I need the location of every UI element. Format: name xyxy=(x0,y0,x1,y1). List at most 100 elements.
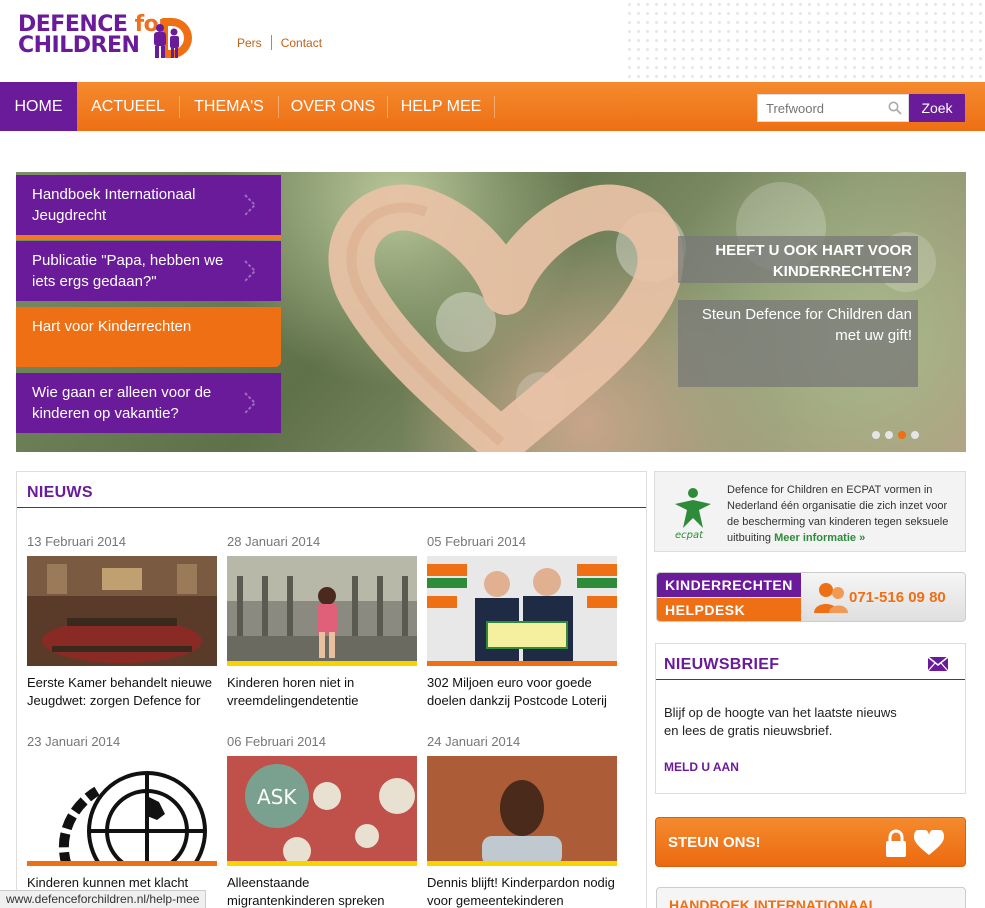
news-image-bar xyxy=(27,861,217,866)
search-box xyxy=(757,94,909,122)
news-date: 24 Januari 2014 xyxy=(427,734,521,749)
newsletter-text-line1: Blijf op de hoogte van het laatste nieuw… xyxy=(664,705,897,720)
news-title[interactable]: Eerste Kamer behandelt nieuwe Jeugdwet: … xyxy=(27,674,217,710)
newsletter-heading: NIEUWSBRIEF xyxy=(664,656,780,673)
nav-divider xyxy=(494,96,495,118)
newsletter-signup-link[interactable]: MELD U AAN xyxy=(664,760,739,774)
donate-button[interactable]: STEUN ONS! xyxy=(655,817,966,867)
hero-caption-subtitle[interactable]: Steun Defence for Children dan met uw gi… xyxy=(678,300,918,387)
news-section: NIEUWS 13 Februari 2014 Eerste Kamer beh… xyxy=(16,471,647,908)
heart-icon xyxy=(914,830,944,855)
donate-label: STEUN ONS! xyxy=(668,834,761,851)
chevron-right-icon xyxy=(244,194,257,216)
slider-dots xyxy=(872,426,924,444)
helpdesk-phone-area: 071-516 09 80 xyxy=(807,573,965,621)
hero-slider[interactable]: Handboek Internationaal Jeugdrecht Publi… xyxy=(16,172,966,452)
logo-children-icon xyxy=(154,18,192,58)
chevron-right-icon xyxy=(244,260,257,282)
nav-item-actueel[interactable]: ACTUEEL xyxy=(77,82,179,131)
logo-line2: CHILDREN xyxy=(18,33,140,58)
news-image-ask-wall[interactable]: ASK xyxy=(227,756,417,866)
news-image-detention[interactable] xyxy=(227,556,417,666)
side-item-bar xyxy=(16,235,281,240)
ecpat-logo: ecpat xyxy=(675,488,711,541)
news-heading: NIEUWS xyxy=(27,484,93,501)
newsletter-text-line2: en lees de gratis nieuwsbrief. xyxy=(664,723,833,738)
lock-icon xyxy=(886,829,906,857)
ecpat-more-link[interactable]: Meer informatie » xyxy=(774,532,865,544)
news-item[interactable]: 05 Februari 2014 302 Miljoen euro voor g… xyxy=(427,534,617,710)
slider-dot[interactable] xyxy=(885,431,893,439)
handboek-banner[interactable]: HANDBOEK INTERNATIONAAL xyxy=(656,887,966,908)
side-item-label: Handboek Internationaal Jeugdrecht xyxy=(32,186,196,224)
news-item[interactable]: 28 Januari 2014 Kinderen horen niet in v… xyxy=(227,534,417,710)
top-links: Pers Contact xyxy=(237,35,322,50)
news-image-dennis[interactable] xyxy=(427,756,617,866)
people-icon xyxy=(814,583,848,613)
side-item-label: Hart voor Kinderrechten xyxy=(32,318,192,335)
news-image-bar xyxy=(227,861,417,866)
newsletter-rule xyxy=(656,679,965,680)
slider-dot-active[interactable] xyxy=(898,431,906,439)
helpdesk-line2: HELPDESK xyxy=(657,598,801,621)
news-date: 05 Februari 2014 xyxy=(427,534,527,549)
news-title[interactable]: Alleenstaande migrantenkinderen spreken xyxy=(227,874,417,908)
news-date: 06 Februari 2014 xyxy=(227,734,327,749)
helpdesk-banner[interactable]: KINDERRECHTEN HELPDESK 071-516 09 80 xyxy=(656,572,966,622)
news-title[interactable]: Kinderen horen niet in vreemdelingendete… xyxy=(227,674,417,710)
news-title[interactable]: Dennis blijft! Kinderpardon nodig voor g… xyxy=(427,874,617,908)
nav-item-home[interactable]: HOME xyxy=(0,82,77,131)
news-item[interactable]: 06 Februari 2014 ASK Alleenstaande migra… xyxy=(227,734,417,908)
header: DEFENCE for CHILDREN Pers Contact xyxy=(0,0,985,82)
top-links-divider xyxy=(270,35,272,50)
side-item-hart-voor-kinderrechten[interactable]: Hart voor Kinderrechten xyxy=(16,307,281,367)
news-item[interactable]: 23 Januari 2014 Kinderen kunnen met klac… xyxy=(27,734,217,908)
contact-link[interactable]: Contact xyxy=(281,36,322,50)
news-image-postcode-loterij[interactable] xyxy=(427,556,617,666)
helpdesk-phone[interactable]: 071-516 09 80 xyxy=(849,589,946,606)
news-date: 23 Januari 2014 xyxy=(27,734,121,749)
newsletter-text: Blijf op de hoogte van het laatste nieuw… xyxy=(664,704,954,740)
news-image-bar xyxy=(427,661,617,666)
nav-item-over-ons[interactable]: OVER ONS xyxy=(279,82,387,131)
hero-caption-title[interactable]: HEEFT U OOK HART VOOR KINDERRECHTEN? xyxy=(678,236,918,283)
side-item-label: Publicatie "Papa, hebben we iets ergs ge… xyxy=(32,252,224,290)
site-logo[interactable]: DEFENCE for CHILDREN xyxy=(18,14,192,58)
news-image-bar xyxy=(427,861,617,866)
slider-dot[interactable] xyxy=(872,431,880,439)
news-item[interactable]: 24 Januari 2014 Dennis blijft! Kinderpar… xyxy=(427,734,617,908)
news-heading-rule xyxy=(17,507,646,508)
decorative-dot-pattern xyxy=(625,0,985,82)
ecpat-description: Defence for Children en ECPAT vormen in … xyxy=(727,482,961,546)
search-button[interactable]: Zoek xyxy=(909,94,965,122)
search-icon[interactable] xyxy=(888,101,902,115)
side-item-label: Wie gaan er alleen voor de kinderen op v… xyxy=(32,384,212,422)
nav-item-themas[interactable]: THEMA'S xyxy=(180,82,278,131)
newsletter-box: NIEUWSBRIEF Blijf op de hoogte van het l… xyxy=(655,643,966,794)
slider-dot[interactable] xyxy=(911,431,919,439)
news-image-parliament[interactable] xyxy=(27,556,217,666)
news-image-bar xyxy=(227,661,417,666)
svg-text:ASK: ASK xyxy=(257,785,297,809)
news-date: 28 Januari 2014 xyxy=(227,534,321,549)
nav-item-help-mee[interactable]: HELP MEE xyxy=(388,82,494,131)
search-input[interactable] xyxy=(758,95,878,121)
side-item-vakantie[interactable]: Wie gaan er alleen voor de kinderen op v… xyxy=(16,373,281,433)
handboek-label: HANDBOEK INTERNATIONAAL xyxy=(669,897,878,908)
pers-link[interactable]: Pers xyxy=(237,36,262,50)
chevron-right-icon xyxy=(244,392,257,414)
side-item-publicatie[interactable]: Publicatie "Papa, hebben we iets ergs ge… xyxy=(16,241,281,301)
hero-side-menu: Handboek Internationaal Jeugdrecht Publi… xyxy=(16,172,281,452)
side-item-handboek[interactable]: Handboek Internationaal Jeugdrecht xyxy=(16,175,281,240)
envelope-icon xyxy=(927,656,949,672)
ecpat-logo-label: ecpat xyxy=(675,530,704,541)
news-item[interactable]: 13 Februari 2014 Eerste Kamer behandelt … xyxy=(27,534,217,710)
ecpat-box[interactable]: ecpat Defence for Children en ECPAT vorm… xyxy=(654,471,966,552)
helpdesk-line1: KINDERRECHTEN xyxy=(657,573,801,597)
news-date: 13 Februari 2014 xyxy=(27,534,127,549)
logo-text: DEFENCE for CHILDREN xyxy=(18,14,169,58)
browser-status-bar: www.defenceforchildren.nl/help-mee xyxy=(0,890,207,908)
news-title[interactable]: 302 Miljoen euro voor goede doelen dankz… xyxy=(427,674,617,710)
hands-heart-image xyxy=(328,184,684,452)
news-image-un-emblem[interactable] xyxy=(27,756,217,866)
